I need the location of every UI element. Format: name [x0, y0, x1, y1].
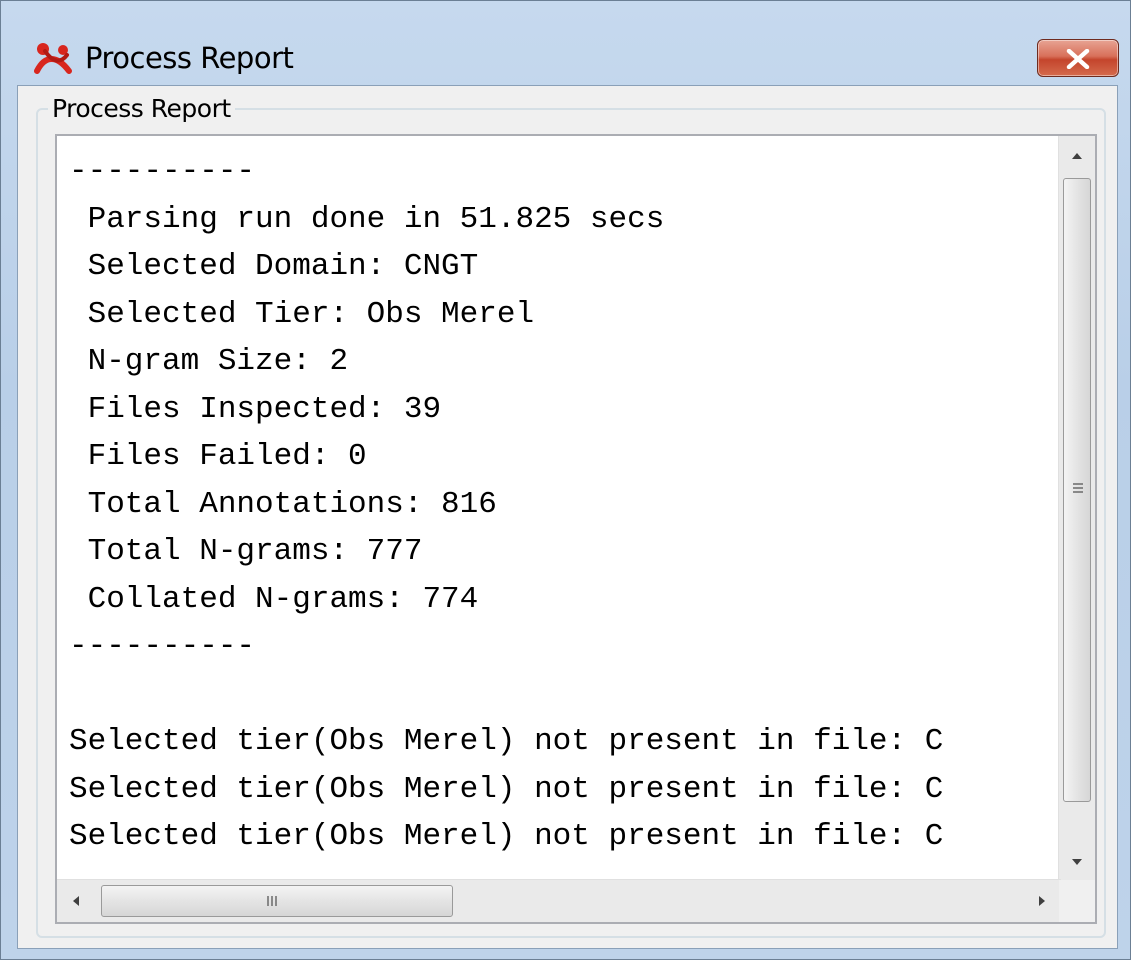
title-bar[interactable]: Process Report	[1, 1, 1130, 85]
report-text-area[interactable]: ---------- Parsing run done in 51.825 se…	[55, 134, 1097, 924]
arrow-right-icon	[1039, 896, 1045, 906]
report-line: ----------	[69, 629, 256, 664]
horizontal-scroll-thumb[interactable]	[101, 885, 453, 917]
horizontal-scrollbar[interactable]	[57, 879, 1061, 922]
report-line: Selected tier(Obs Merel) not present in …	[69, 771, 944, 807]
group-title: Process Report	[48, 94, 235, 123]
report-line: Total Annotations: 816	[69, 486, 497, 522]
arrow-left-icon	[73, 896, 79, 906]
scroll-up-button[interactable]	[1059, 136, 1095, 176]
vertical-scroll-thumb[interactable]	[1063, 178, 1091, 802]
arrow-down-icon	[1072, 859, 1082, 865]
report-line	[69, 671, 1081, 719]
report-line: Selected Domain: CNGT	[69, 249, 479, 284]
report-line: Parsing run done in 51.825 secs	[69, 201, 665, 237]
report-text-content[interactable]: ---------- Parsing run done in 51.825 se…	[69, 148, 1081, 861]
arrow-up-icon	[1072, 153, 1082, 159]
report-line: ----------	[69, 154, 256, 189]
report-line: Files Inspected: 39	[69, 391, 442, 427]
scroll-left-button[interactable]	[57, 880, 97, 922]
vertical-scrollbar[interactable]	[1058, 136, 1095, 882]
report-line: Files Failed: 0	[69, 439, 367, 474]
process-report-window: Process Report Process Report ----------…	[0, 0, 1131, 960]
window-title: Process Report	[85, 41, 294, 75]
report-line: Selected tier(Obs Merel) not present in …	[69, 724, 944, 759]
scroll-down-button[interactable]	[1059, 842, 1095, 882]
report-line: Collated N-grams: 774	[69, 581, 479, 617]
scrollbar-corner	[1059, 880, 1095, 922]
scroll-right-button[interactable]	[1021, 880, 1061, 922]
dialog-body: Process Report ---------- Parsing run do…	[17, 85, 1118, 949]
report-line: Selected Tier: Obs Merel	[69, 296, 535, 332]
grip-icon	[1073, 483, 1083, 493]
report-line: Total N-grams: 777	[69, 534, 423, 569]
grip-icon	[267, 896, 277, 906]
close-button[interactable]	[1037, 39, 1119, 77]
app-logo-icon	[34, 43, 72, 74]
report-line: Selected tier(Obs Merel) not present in …	[69, 819, 944, 854]
report-line: N-gram Size: 2	[69, 344, 349, 379]
close-icon	[1066, 49, 1090, 69]
